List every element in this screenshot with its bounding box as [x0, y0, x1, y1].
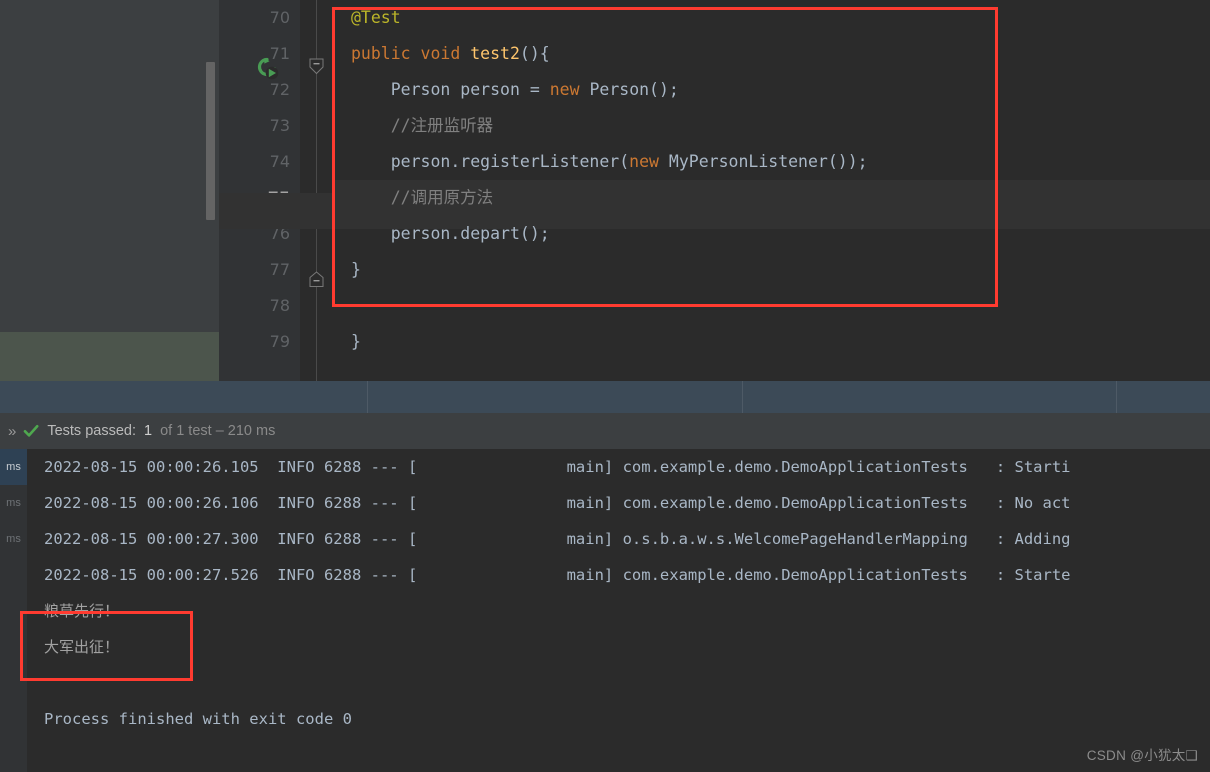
log-body: INFO 6288 --- [ main] com.example.demo.D… — [277, 566, 1071, 584]
console-output[interactable]: 2022-08-15 00:00:26.105 INFO 6288 --- [ … — [27, 449, 1210, 772]
console-log-row[interactable]: 2022-08-15 00:00:26.105 INFO 6288 --- [ … — [27, 449, 1210, 485]
rerun-test-icon[interactable] — [255, 56, 279, 80]
log-timestamp: 2022-08-15 00:00:26.106 — [44, 494, 278, 512]
ms-chip-2[interactable]: ms — [0, 485, 27, 521]
gutter-line-78[interactable]: 78 — [219, 288, 300, 324]
code-token: public — [351, 44, 421, 63]
gutter-line-76[interactable]: 76 — [219, 216, 300, 252]
code-token: person.depart(); — [390, 224, 550, 243]
strip-cell-2[interactable] — [368, 381, 743, 413]
code-token: //注册监听器 — [390, 116, 494, 135]
log-body: INFO 6288 --- [ main] o.s.b.a.w.s.Welcom… — [277, 530, 1071, 548]
left-tool-panel-green-section — [0, 332, 219, 381]
left-tool-panel[interactable] — [0, 0, 219, 332]
code-token: new — [629, 152, 669, 171]
fold-marker-end-icon[interactable] — [309, 271, 324, 288]
console-log-row[interactable]: 2022-08-15 00:00:26.106 INFO 6288 --- [ … — [27, 485, 1210, 521]
code-text[interactable]: @Test public void test2(){ Person person … — [333, 0, 1210, 381]
log-timestamp: 2022-08-15 00:00:27.300 — [44, 530, 278, 548]
watermark: CSDN @小犹太❑ — [1086, 748, 1198, 763]
ms-chip-1[interactable]: ms — [0, 449, 27, 485]
code-line-72[interactable]: Person person = new Person(); — [333, 72, 1210, 108]
gutter-icon-column — [300, 0, 333, 381]
console-ms-rail[interactable]: ms ms ms — [0, 449, 27, 772]
gutter-line-77[interactable]: 77 — [219, 252, 300, 288]
tests-passed-count: 1 — [144, 423, 153, 439]
code-token: @Test — [351, 8, 401, 27]
code-line-74[interactable]: person.registerListener(new MyPersonList… — [333, 144, 1210, 180]
strip-cell-4[interactable] — [1117, 381, 1209, 413]
tests-passed-label: Tests passed: — [47, 423, 137, 439]
code-token: Person person = — [390, 80, 550, 99]
code-token: void — [420, 44, 471, 63]
code-token: test2 — [470, 44, 520, 63]
code-token: person.registerListener( — [390, 152, 630, 171]
gutter-line-73[interactable]: 73 — [219, 108, 300, 144]
code-token: } — [351, 260, 361, 279]
code-line-78[interactable] — [333, 288, 1210, 324]
expand-chevron-icon[interactable]: » — [8, 423, 16, 440]
console-log-row[interactable]: 2022-08-15 00:00:27.300 INFO 6288 --- [ … — [27, 521, 1210, 557]
gutter-line-75[interactable]: 75 — [219, 180, 304, 216]
gutter-line-79[interactable]: 79 — [219, 324, 300, 360]
ide-window: 70 71 72 73 74 75 76 77 78 79 @Test publ… — [0, 0, 1210, 772]
process-finished-line: Process finished with exit code 0 — [44, 710, 352, 728]
log-body: INFO 6288 --- [ main] com.example.demo.D… — [277, 494, 1071, 512]
strip-cell-1[interactable] — [0, 381, 368, 413]
code-line-79[interactable]: } — [333, 324, 1210, 360]
gutter-line-74[interactable]: 74 — [219, 144, 300, 180]
log-timestamp: 2022-08-15 00:00:26.105 — [44, 458, 278, 476]
code-token: Person(); — [589, 80, 679, 99]
code-line-71[interactable]: public void test2(){ — [333, 36, 1210, 72]
tests-passed-meta: of 1 test – 210 ms — [160, 423, 276, 439]
strip-cell-3[interactable] — [743, 381, 1117, 413]
run-tool-tabs-strip[interactable] — [0, 381, 1210, 413]
console-program-output-line[interactable]: 粮草先行！ — [27, 593, 1210, 629]
code-line-75[interactable]: //调用原方法 — [333, 180, 1210, 216]
log-body: INFO 6288 --- [ main] com.example.demo.D… — [277, 458, 1071, 476]
code-line-73[interactable]: //注册监听器 — [333, 108, 1210, 144]
code-token: //调用原方法 — [390, 188, 494, 207]
editor-area: 70 71 72 73 74 75 76 77 78 79 @Test publ… — [0, 0, 1210, 381]
code-token: new — [549, 80, 590, 99]
code-line-77[interactable]: } — [333, 252, 1210, 288]
console-panel: ms ms ms 2022-08-15 00:00:26.105 INFO 6288… — [0, 449, 1210, 772]
green-check-icon — [23, 423, 39, 439]
ms-chip-3[interactable]: ms — [0, 521, 27, 557]
code-token: } — [351, 332, 361, 351]
fold-marker-method-icon[interactable] — [309, 58, 324, 75]
code-line-76[interactable]: person.depart(); — [333, 216, 1210, 252]
console-log-row[interactable]: 2022-08-15 00:00:27.526 INFO 6288 --- [ … — [27, 557, 1210, 593]
console-program-output-line[interactable]: 大军出征！ — [27, 629, 1210, 665]
code-line-70[interactable]: @Test — [333, 0, 1210, 36]
left-panel-scrollbar[interactable] — [206, 62, 215, 220]
test-result-bar: » Tests passed: 1 of 1 test – 210 ms — [0, 413, 1210, 449]
code-token: (){ — [519, 44, 550, 63]
log-timestamp: 2022-08-15 00:00:27.526 — [44, 566, 278, 584]
code-token: MyPersonListener()); — [668, 152, 868, 171]
gutter-line-70[interactable]: 70 — [219, 0, 300, 36]
